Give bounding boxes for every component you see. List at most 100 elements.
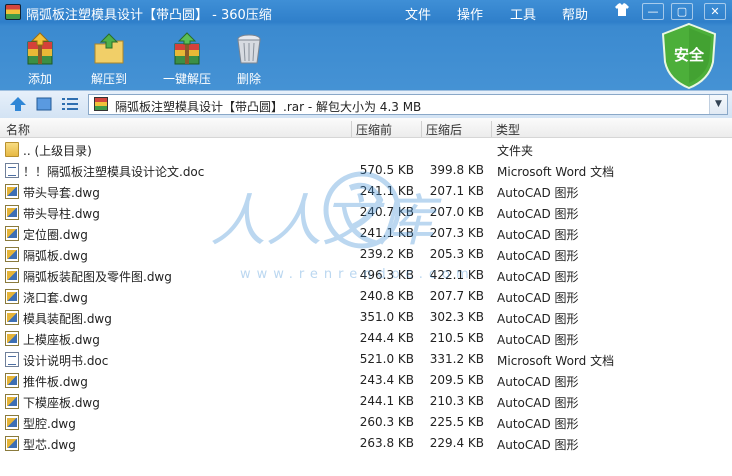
file-type: AutoCAD 图形 xyxy=(497,228,579,242)
file-size-after: 207.1 KB xyxy=(429,184,484,198)
file-name: 定位圈.dwg xyxy=(23,228,88,242)
file-name: 模具装配图.dwg xyxy=(23,312,112,326)
file-row[interactable]: 浇口套.dwg 240.8 KB 207.7 KB AutoCAD 图形 xyxy=(0,286,732,307)
file-name: 隔弧板.dwg xyxy=(23,249,88,263)
file-type: AutoCAD 图形 xyxy=(497,207,579,221)
file-row[interactable]: 型腔.dwg 260.3 KB 225.5 KB AutoCAD 图形 xyxy=(0,412,732,433)
file-name: 下模座板.dwg xyxy=(23,396,100,410)
list-view-icon[interactable] xyxy=(62,97,78,111)
security-badge[interactable]: 安全 xyxy=(660,22,718,90)
security-badge-label: 安全 xyxy=(673,46,704,64)
address-row: 隔弧板注塑模具设计【带凸圆】.rar - 解包大小为 4.3 MB ▼ xyxy=(0,90,732,118)
one-click-extract-icon xyxy=(174,32,200,65)
skin-shirt-icon[interactable] xyxy=(611,3,633,20)
maximize-icon[interactable]: ▢ xyxy=(671,3,693,20)
file-size-after: 207.7 KB xyxy=(429,289,484,303)
dwg-file-icon xyxy=(5,415,19,430)
file-size-after: 207.0 KB xyxy=(429,205,484,219)
file-row[interactable]: 带头导柱.dwg 240.7 KB 207.0 KB AutoCAD 图形 xyxy=(0,202,732,223)
archive-icon xyxy=(94,97,108,111)
up-arrow-icon[interactable] xyxy=(10,97,26,111)
file-type: AutoCAD 图形 xyxy=(497,291,579,305)
file-row[interactable]: .. (上级目录) 文件夹 xyxy=(0,139,732,160)
file-type: AutoCAD 图形 xyxy=(497,249,579,263)
file-row[interactable]: 设计说明书.doc 521.0 KB 331.2 KB Microsoft Word … xyxy=(0,349,732,370)
delete-button-label: 删除 xyxy=(236,72,261,86)
file-row[interactable]: 带头导套.dwg 241.1 KB 207.1 KB AutoCAD 图形 xyxy=(0,181,732,202)
extract-to-folder-icon xyxy=(94,33,124,64)
column-name[interactable]: 名称 xyxy=(6,121,30,138)
dwg-file-icon xyxy=(5,226,19,241)
menu-help[interactable]: 帮助 xyxy=(562,4,588,23)
file-size-before: 239.2 KB xyxy=(359,247,414,261)
file-name: 带头导柱.dwg xyxy=(23,207,100,221)
file-name: 上模座板.dwg xyxy=(23,333,100,347)
file-size-after: 210.3 KB xyxy=(429,394,484,408)
file-size-after: 207.3 KB xyxy=(429,226,484,240)
file-size-before: 496.3 KB xyxy=(359,268,414,282)
column-size[interactable]: 压缩后 xyxy=(426,121,462,138)
chevron-down-icon[interactable]: ▼ xyxy=(709,95,727,114)
dwg-file-icon xyxy=(5,289,19,304)
file-type: AutoCAD 图形 xyxy=(497,417,579,431)
add-button[interactable]: 添加 xyxy=(5,32,75,88)
word-doc-icon xyxy=(5,163,19,178)
file-size-after: 302.3 KB xyxy=(429,310,484,324)
address-bar[interactable]: 隔弧板注塑模具设计【带凸圆】.rar - 解包大小为 4.3 MB ▼ xyxy=(88,94,728,115)
file-size-after: 205.3 KB xyxy=(429,247,484,261)
menu-operation[interactable]: 操作 xyxy=(457,4,483,23)
file-row[interactable]: ！！隔弧板注塑模具设计论文.doc 570.5 KB 399.8 KB Microso… xyxy=(0,160,732,181)
file-name: 隔弧板装配图及零件图.dwg xyxy=(23,270,172,284)
file-size-after: 229.4 KB xyxy=(429,436,484,450)
large-icon-view-icon[interactable] xyxy=(36,97,52,111)
file-name: 型芯.dwg xyxy=(23,438,76,452)
file-size-before: 521.0 KB xyxy=(359,352,414,366)
dwg-file-icon xyxy=(5,436,19,451)
file-size-after: 331.2 KB xyxy=(429,352,484,366)
minimize-icon[interactable]: — xyxy=(642,3,664,20)
file-row[interactable]: 下模座板.dwg 244.1 KB 210.3 KB AutoCAD 图形 xyxy=(0,391,732,412)
file-type: AutoCAD 图形 xyxy=(497,438,579,452)
file-size-before: 240.7 KB xyxy=(359,205,414,219)
file-row[interactable]: 型芯.dwg 263.8 KB 229.4 KB AutoCAD 图形 xyxy=(0,433,732,454)
dwg-file-icon xyxy=(5,310,19,325)
file-size-before: 263.8 KB xyxy=(359,436,414,450)
file-row[interactable]: 定位圈.dwg 241.1 KB 207.3 KB AutoCAD 图形 xyxy=(0,223,732,244)
file-type: AutoCAD 图形 xyxy=(497,375,579,389)
file-row[interactable]: 上模座板.dwg 244.4 KB 210.5 KB AutoCAD 图形 xyxy=(0,328,732,349)
file-type: Microsoft Word 文档 xyxy=(497,354,615,368)
file-size-after: 399.8 KB xyxy=(429,163,484,177)
app-chrome: 隔弧板注塑模具设计【带凸圆】 - 360压缩 文件 操作 工具 帮助 — ▢ ✕… xyxy=(0,0,732,118)
column-header: 名称 压缩前 压缩后 类型 xyxy=(0,118,732,138)
file-row[interactable]: 模具装配图.dwg 351.0 KB 302.3 KB AutoCAD 图形 xyxy=(0,307,732,328)
dwg-file-icon xyxy=(5,247,19,262)
column-type[interactable]: 类型 xyxy=(496,121,520,138)
add-archive-icon xyxy=(27,32,53,65)
file-type: AutoCAD 图形 xyxy=(497,312,579,326)
column-divider[interactable] xyxy=(421,121,422,137)
extract-to-button[interactable]: 解压到 xyxy=(74,32,144,88)
file-size-after: 225.5 KB xyxy=(429,415,484,429)
file-size-before: 570.5 KB xyxy=(359,163,414,177)
file-size-after: 210.5 KB xyxy=(429,331,484,345)
close-icon[interactable]: ✕ xyxy=(704,3,726,20)
column-divider[interactable] xyxy=(351,121,352,137)
file-size-before: 351.0 KB xyxy=(359,310,414,324)
file-row[interactable]: 隔弧板装配图及零件图.dwg 496.3 KB 422.1 KB AutoCAD 图形 xyxy=(0,265,732,286)
file-row[interactable]: 推件板.dwg 243.4 KB 209.5 KB AutoCAD 图形 xyxy=(0,370,732,391)
delete-button[interactable]: 删除 xyxy=(214,32,284,88)
column-divider[interactable] xyxy=(491,121,492,137)
file-row[interactable]: 隔弧板.dwg 239.2 KB 205.3 KB AutoCAD 图形 xyxy=(0,244,732,265)
column-packed[interactable]: 压缩前 xyxy=(356,121,392,138)
file-size-before: 241.1 KB xyxy=(359,226,414,240)
menu-file[interactable]: 文件 xyxy=(405,4,431,23)
file-size-before: 241.1 KB xyxy=(359,184,414,198)
dwg-file-icon xyxy=(5,184,19,199)
folder-icon xyxy=(5,142,19,157)
menu-tools[interactable]: 工具 xyxy=(510,4,536,23)
file-name: 推件板.dwg xyxy=(23,375,88,389)
file-type: 文件夹 xyxy=(497,144,534,158)
file-size-before: 244.1 KB xyxy=(359,394,414,408)
file-name: .. (上级目录) xyxy=(23,144,92,158)
delete-trash-icon xyxy=(237,34,261,64)
